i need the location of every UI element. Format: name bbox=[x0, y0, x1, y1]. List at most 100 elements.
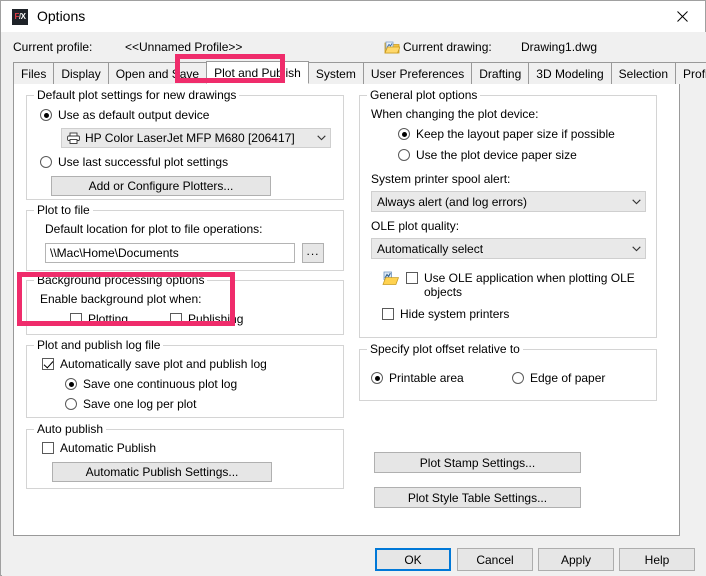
tab-system[interactable]: System bbox=[307, 62, 364, 84]
add-or-configure-plotters-button[interactable]: Add or Configure Plotters... bbox=[51, 176, 271, 196]
combo-value: Always alert (and log errors) bbox=[377, 194, 528, 209]
ole-plot-quality-label: OLE plot quality: bbox=[371, 219, 460, 233]
group-legend: Auto publish bbox=[34, 422, 107, 436]
radio-use-as-default-output-device[interactable]: Use as default output device bbox=[40, 108, 209, 122]
tab-plot-and-publish[interactable]: Plot and Publish bbox=[206, 61, 309, 84]
checkbox-hide-system-printers[interactable]: Hide system printers bbox=[382, 307, 509, 321]
tab-label: Display bbox=[61, 66, 101, 81]
radio-printable-area[interactable]: Printable area bbox=[371, 371, 464, 385]
radio-save-log-per-plot[interactable]: Save one log per plot bbox=[65, 397, 196, 411]
radio-indicator bbox=[398, 128, 410, 140]
chevron-down-icon bbox=[627, 198, 645, 205]
radio-indicator bbox=[65, 398, 77, 410]
dialog-body: Current profile: <<Unnamed Profile>> Cur… bbox=[2, 32, 706, 576]
fx-logo-icon: F / X bbox=[12, 9, 28, 25]
checkbox-label: Automatically save plot and publish log bbox=[60, 357, 267, 371]
cancel-button[interactable]: Cancel bbox=[457, 548, 533, 571]
group-plot-offset: Specify plot offset relative to Printabl… bbox=[359, 342, 657, 401]
tab-label: User Preferences bbox=[370, 66, 465, 81]
radio-label: Save one continuous plot log bbox=[83, 377, 238, 391]
tab-profiles[interactable]: Profiles bbox=[675, 62, 706, 84]
button-label: Plot Style Table Settings... bbox=[407, 490, 548, 505]
radio-indicator bbox=[371, 372, 383, 384]
tab-3d-modeling[interactable]: 3D Modeling bbox=[528, 62, 612, 84]
checkbox-indicator bbox=[42, 358, 54, 370]
current-profile-value: <<Unnamed Profile>> bbox=[125, 40, 243, 54]
checkbox-label: Publishing bbox=[188, 312, 244, 326]
group-legend: Plot and publish log file bbox=[34, 338, 164, 352]
checkbox-auto-save-log[interactable]: Automatically save plot and publish log bbox=[42, 357, 267, 371]
button-label: Apply bbox=[560, 552, 592, 567]
group-legend: General plot options bbox=[367, 88, 481, 102]
checkbox-automatic-publish[interactable]: Automatic Publish bbox=[42, 441, 156, 455]
tab-open-and-save[interactable]: Open and Save bbox=[107, 62, 208, 84]
radio-label: Edge of paper bbox=[530, 371, 606, 385]
tab-label: Open and Save bbox=[115, 66, 200, 81]
ellipsis-icon: ... bbox=[306, 244, 320, 258]
radio-label: Save one log per plot bbox=[83, 397, 197, 411]
system-printer-spool-alert-label: System printer spool alert: bbox=[371, 172, 511, 186]
radio-edge-of-paper[interactable]: Edge of paper bbox=[512, 371, 605, 385]
group-plot-publish-log: Plot and publish log file Automatically … bbox=[26, 338, 344, 418]
chevron-down-icon bbox=[312, 135, 330, 141]
plot-stamp-settings-button[interactable]: Plot Stamp Settings... bbox=[374, 452, 581, 473]
tab-drafting[interactable]: Drafting bbox=[471, 62, 530, 84]
checkbox-label: Use OLE application when plotting OLE ob… bbox=[424, 271, 635, 299]
options-dialog: F / X Options Current profile: <<Unnamed P… bbox=[0, 0, 706, 576]
group-auto-publish: Auto publish Automatic Publish Automatic… bbox=[26, 422, 344, 489]
tab-label: Drafting bbox=[479, 66, 522, 81]
radio-label: Use as default output device bbox=[58, 108, 210, 122]
radio-save-continuous-log[interactable]: Save one continuous plot log bbox=[65, 377, 237, 391]
automatic-publish-settings-button[interactable]: Automatic Publish Settings... bbox=[52, 462, 272, 482]
checkbox-background-publishing[interactable]: Publishing bbox=[170, 312, 243, 326]
tab-files[interactable]: Files bbox=[13, 62, 55, 84]
group-legend: Plot to file bbox=[34, 203, 93, 217]
checkbox-label: Hide system printers bbox=[400, 307, 510, 321]
radio-use-last-successful-plot-settings[interactable]: Use last successful plot settings bbox=[40, 155, 228, 169]
window-title: Options bbox=[37, 8, 86, 24]
radio-label: Use last successful plot settings bbox=[58, 155, 229, 169]
when-changing-plot-device-label: When changing the plot device: bbox=[371, 107, 539, 121]
tab-user-preferences[interactable]: User Preferences bbox=[362, 62, 473, 84]
title-bar: F / X Options bbox=[1, 1, 705, 32]
radio-indicator bbox=[512, 372, 524, 384]
tab-label: Profiles bbox=[683, 66, 706, 81]
tab-selection[interactable]: Selection bbox=[610, 62, 677, 84]
radio-keep-layout-paper-size[interactable]: Keep the layout paper size if possible bbox=[398, 127, 615, 141]
tab-label: 3D Modeling bbox=[536, 66, 604, 81]
checkbox-use-ole-application[interactable]: Use OLE application when plotting OLE ob… bbox=[406, 271, 636, 299]
button-label: Help bbox=[644, 552, 670, 567]
checkbox-label: Plotting bbox=[88, 312, 129, 326]
apply-button[interactable]: Apply bbox=[538, 548, 614, 571]
plot-style-table-settings-button[interactable]: Plot Style Table Settings... bbox=[374, 487, 581, 508]
ok-button[interactable]: OK bbox=[375, 548, 451, 571]
checkbox-indicator bbox=[42, 442, 54, 454]
tab-display[interactable]: Display bbox=[53, 62, 109, 84]
ole-plot-quality-combo[interactable]: Automatically select bbox=[371, 238, 646, 259]
radio-indicator bbox=[398, 149, 410, 161]
profile-row: Current profile: <<Unnamed Profile>> Cur… bbox=[2, 40, 706, 58]
checkbox-background-plotting[interactable]: Plotting bbox=[70, 312, 128, 326]
radio-indicator bbox=[40, 109, 52, 121]
group-default-plot-settings: Default plot settings for new drawings U… bbox=[26, 88, 344, 200]
enable-background-plot-label: Enable background plot when: bbox=[40, 292, 202, 306]
group-legend: Specify plot offset relative to bbox=[367, 342, 523, 356]
plot-file-location-input[interactable]: \\Mac\Home\Documents bbox=[45, 243, 295, 263]
close-icon[interactable] bbox=[660, 1, 705, 31]
browse-location-button[interactable]: ... bbox=[302, 243, 324, 263]
plot-and-publish-panel: Default plot settings for new drawings U… bbox=[13, 84, 680, 536]
radio-indicator bbox=[65, 378, 77, 390]
radio-indicator bbox=[40, 156, 52, 168]
help-button[interactable]: Help bbox=[619, 548, 695, 571]
button-label: OK bbox=[404, 552, 422, 567]
checkbox-indicator bbox=[70, 313, 82, 325]
default-output-device-combo[interactable]: HP Color LaserJet MFP M680 [206417] bbox=[61, 128, 331, 148]
radio-label: Use the plot device paper size bbox=[416, 148, 577, 162]
tab-strip: Files Display Open and Save Plot and Pub… bbox=[13, 61, 706, 85]
checkbox-indicator bbox=[382, 308, 394, 320]
combo-value: Automatically select bbox=[377, 241, 484, 256]
checkbox-indicator bbox=[170, 313, 182, 325]
radio-use-plot-device-paper-size[interactable]: Use the plot device paper size bbox=[398, 148, 577, 162]
spool-alert-combo[interactable]: Always alert (and log errors) bbox=[371, 191, 646, 212]
printer-icon bbox=[67, 132, 80, 144]
